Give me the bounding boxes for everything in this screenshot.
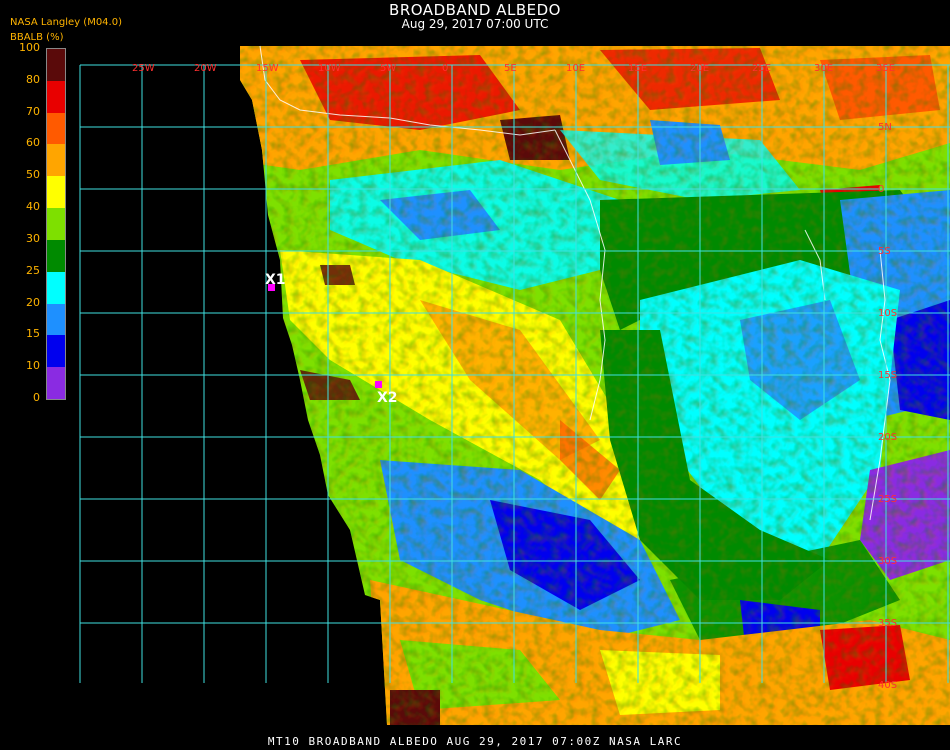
marker-x2-dot	[375, 381, 382, 388]
longitude-label: 15E	[628, 63, 647, 74]
marker-x1-label: X1	[265, 272, 286, 288]
satellite-swath	[240, 46, 950, 725]
longitude-label: 10E	[566, 63, 585, 74]
longitude-label: 20E	[690, 63, 709, 74]
marker-x2-label: X2	[377, 390, 398, 406]
latitude-label: 15S	[878, 370, 897, 381]
latitude-label: 35S	[878, 618, 897, 629]
longitude-label: 25W	[132, 63, 155, 74]
longitude-label: 10W	[318, 63, 341, 74]
latitude-label: 10S	[878, 308, 897, 319]
longitude-label: 30E	[814, 63, 833, 74]
latitude-label: 20S	[878, 432, 897, 443]
longitude-label: 20W	[194, 63, 217, 74]
longitude-label: 0	[442, 63, 448, 74]
latitude-label: 30S	[878, 556, 897, 567]
latitude-label: 25S	[878, 494, 897, 505]
latitude-label: 5S	[878, 246, 891, 257]
longitude-label: 35E	[876, 63, 895, 74]
longitude-label: 25E	[752, 63, 771, 74]
longitude-label: 5W	[380, 63, 396, 74]
albedo-map: 25W 20W 15W 10W 5W 0 5E 10E 15E 20E 25E 30E 35E 5N 0 5S…	[79, 45, 950, 725]
latitude-label: 5N	[878, 122, 892, 133]
longitude-label: 5E	[504, 63, 517, 74]
longitude-label: 15W	[256, 63, 279, 74]
latitude-label: 0	[878, 184, 884, 195]
footer-caption: MT10 BROADBAND ALBEDO AUG 29, 2017 07:00…	[267, 735, 683, 748]
latitude-label: 40S	[878, 680, 897, 691]
